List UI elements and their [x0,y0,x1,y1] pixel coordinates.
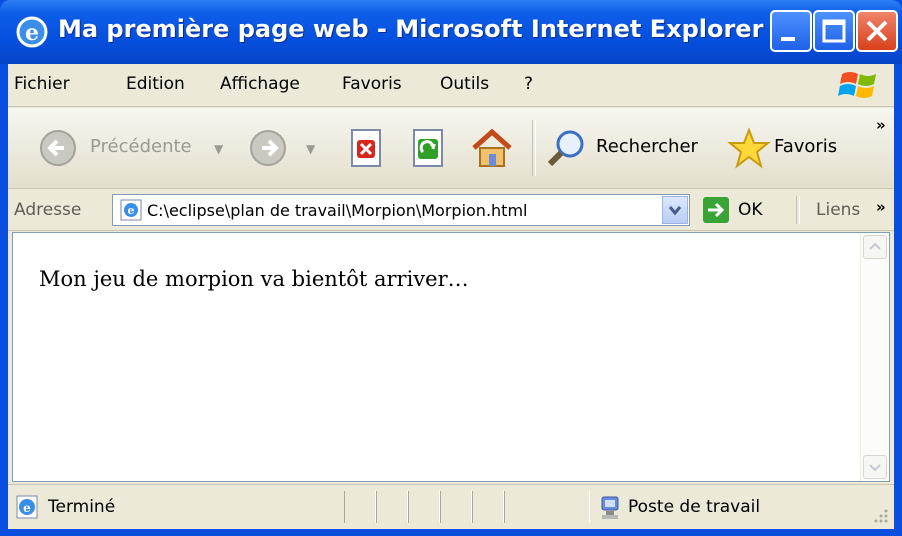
stop-icon[interactable] [344,124,388,172]
scroll-up-button[interactable] [863,235,887,259]
svg-text:e: e [128,204,135,217]
back-icon [40,130,76,166]
menu-affichage[interactable]: Affichage [220,74,300,94]
chevron-down-icon [668,206,682,216]
page-body-text: Mon jeu de morpion va bientôt arriver… [39,267,469,291]
status-pane [408,491,440,523]
vertical-scrollbar[interactable] [860,233,889,481]
favorites-star-icon [727,127,771,169]
scroll-down-icon [869,464,881,472]
menu-fichier[interactable]: Fichier [14,74,70,94]
links-overflow-chevron-icon[interactable]: » [876,198,886,216]
page-content: Mon jeu de morpion va bientôt arriver… [12,232,890,482]
menu-edition[interactable]: Edition [126,74,185,94]
svg-text:e: e [25,20,39,46]
address-bar: Adresse e C:\eclipse\plan de travail\Mor… [8,190,894,231]
address-label: Adresse [14,200,82,220]
address-value: C:\eclipse\plan de travail\Morpion\Morpi… [147,201,528,220]
forward-icon [250,130,286,166]
status-pane [376,491,408,523]
go-arrow-icon[interactable] [702,196,730,224]
scroll-down-button[interactable] [863,455,887,479]
address-dropdown-button[interactable] [662,196,688,224]
page-icon: e [120,199,142,221]
svg-text:e: e [23,501,31,515]
standard-toolbar: Précédente ▼ ▼ Rechercher Favoris » [8,108,894,189]
window-client: Fichier Edition Affichage Favoris Outils… [8,64,894,529]
security-zone-text: Poste de travail [628,497,761,517]
favorites-label: Favoris [774,136,838,157]
page-status-icon: e [16,495,38,519]
close-button[interactable] [856,10,898,52]
home-icon[interactable] [468,124,516,172]
windows-logo-icon [838,72,876,98]
go-button[interactable]: OK [738,200,763,220]
search-icon [547,130,584,167]
toolbar-separator [532,120,536,176]
status-text: Terminé [48,497,116,517]
window-title: Ma première page web - Microsoft Interne… [58,15,764,43]
search-label: Rechercher [596,136,698,157]
address-separator [796,196,800,224]
status-pane [344,491,376,523]
maximize-icon [822,19,846,43]
status-pane [440,491,472,523]
refresh-icon[interactable] [406,124,450,172]
minimize-icon [781,37,795,41]
back-label: Précédente [90,136,192,157]
menu-outils[interactable]: Outils [440,74,489,94]
status-bar: e Terminé Poste de travail [8,484,894,529]
status-pane [504,491,590,523]
status-pane [472,491,504,523]
address-input[interactable]: e C:\eclipse\plan de travail\Morpion\Mor… [112,194,690,226]
title-bar[interactable]: e Ma première page web - Microsoft Inter… [0,0,902,64]
menu-bar: Fichier Edition Affichage Favoris Outils… [8,64,894,107]
ie-logo-icon: e [16,16,48,48]
forward-dropdown-arrow-icon[interactable]: ▼ [306,142,315,156]
computer-zone-icon [601,496,619,519]
close-icon [866,20,888,42]
minimize-button[interactable] [770,10,812,52]
toolbar-overflow-chevron-icon[interactable]: » [876,116,886,134]
browser-window: e Ma première page web - Microsoft Inter… [0,0,902,536]
links-button[interactable]: Liens [816,200,860,220]
maximize-button[interactable] [813,10,855,52]
menu-favoris[interactable]: Favoris [342,74,402,94]
back-dropdown-arrow-icon[interactable]: ▼ [214,142,223,156]
scroll-up-icon [869,242,881,250]
menu-help[interactable]: ? [524,74,533,94]
resize-grip-icon[interactable] [872,507,890,525]
